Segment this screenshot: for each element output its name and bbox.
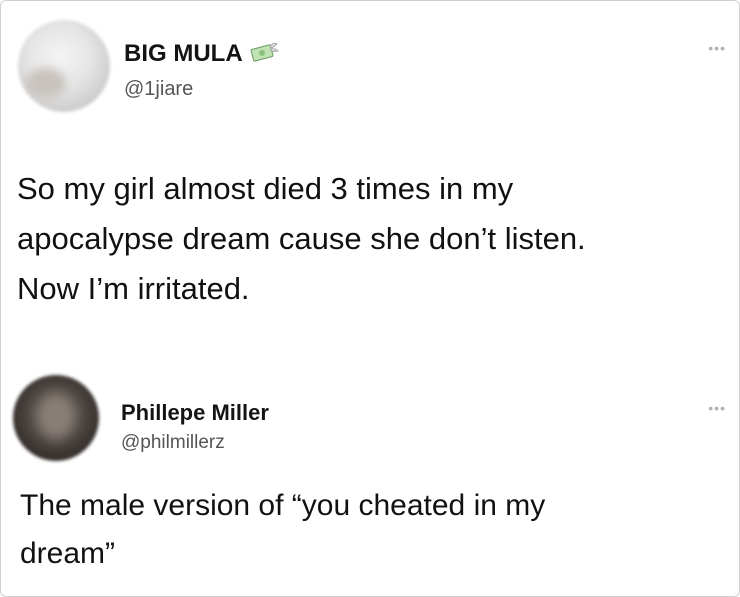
- tweet-text: The male version of “you cheated in my d…: [20, 482, 720, 578]
- more-dots-icon[interactable]: •••: [708, 400, 726, 416]
- tweet-text-line: dream”: [20, 537, 116, 570]
- author-handle[interactable]: @philmillerz: [121, 432, 225, 454]
- author-display-name: BIG MULA: [124, 40, 243, 67]
- more-dots-icon[interactable]: •••: [708, 40, 726, 56]
- avatar[interactable]: [18, 20, 110, 112]
- avatar-photo-blur: [37, 393, 75, 439]
- tweet-text: So my girl almost died 3 times in my apo…: [17, 164, 727, 314]
- author-handle[interactable]: @1jiare: [124, 78, 193, 101]
- avatar-photo-blur: [26, 68, 66, 98]
- tweet-text-line: apocalypse dream cause she don’t listen.: [17, 221, 586, 256]
- tweet-text-line: Now I’m irritated.: [17, 271, 250, 306]
- avatar[interactable]: [13, 375, 99, 461]
- author-name[interactable]: Phillepe Miller: [121, 400, 269, 426]
- author-name[interactable]: BIG MULA: [124, 40, 279, 68]
- tweet-original[interactable]: BIG MULA @1jiare ••• So my girl almost d…: [0, 0, 740, 335]
- tweet-text-line: So my girl almost died 3 times in my: [17, 171, 514, 206]
- tweet-reply[interactable]: Phillepe Miller @philmillerz ••• The mal…: [0, 360, 740, 597]
- money-with-wings-icon: [249, 40, 279, 64]
- tweet-text-line: The male version of “you cheated in my: [20, 489, 546, 522]
